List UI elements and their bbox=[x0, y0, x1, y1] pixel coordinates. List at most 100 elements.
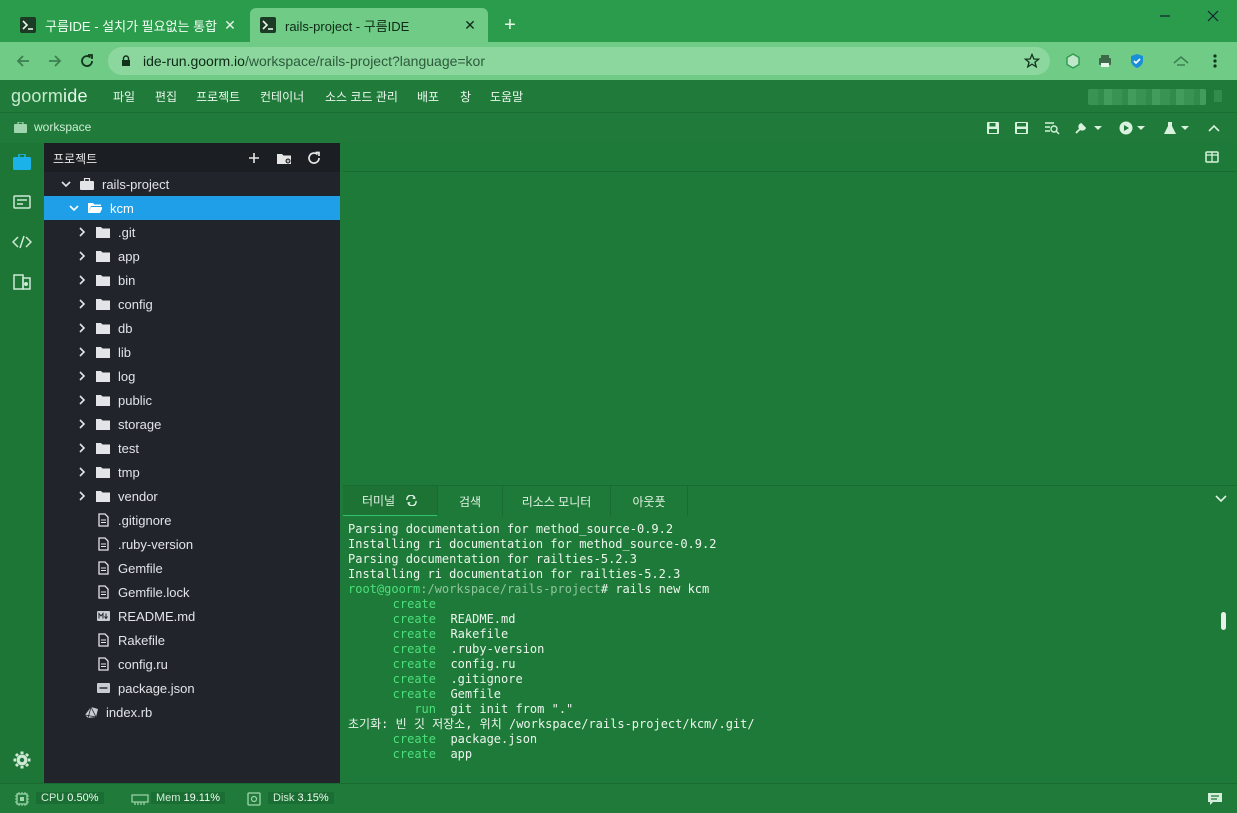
menu-file[interactable]: 파일 bbox=[113, 88, 135, 105]
goormide-logo[interactable]: goormide bbox=[11, 86, 88, 107]
tree-item-folder[interactable]: bin bbox=[44, 268, 340, 292]
tree-item-file[interactable]: config.ru bbox=[44, 652, 340, 676]
tree-item-file[interactable]: Gemfile bbox=[44, 556, 340, 580]
menu-window[interactable]: 창 bbox=[460, 88, 471, 105]
user-menu-toggle[interactable] bbox=[1214, 90, 1222, 102]
code-icon[interactable] bbox=[11, 231, 33, 253]
tree-item-folder[interactable]: test bbox=[44, 436, 340, 460]
close-icon[interactable]: ✕ bbox=[462, 17, 478, 33]
chevron-right-icon[interactable] bbox=[76, 298, 88, 310]
chevron-right-icon[interactable] bbox=[76, 346, 88, 358]
menu-help[interactable]: 도움말 bbox=[490, 88, 523, 105]
search-replace-icon[interactable] bbox=[1044, 120, 1060, 136]
tree-item-file[interactable]: Gemfile.lock bbox=[44, 580, 340, 604]
shield-extension-icon[interactable] bbox=[1127, 51, 1147, 71]
build-tools-dropdown-icon[interactable] bbox=[1074, 120, 1102, 136]
back-arrow-icon[interactable] bbox=[11, 50, 35, 72]
chevron-down-icon[interactable] bbox=[68, 202, 80, 214]
chat-icon[interactable] bbox=[1207, 791, 1223, 807]
chevron-right-icon[interactable] bbox=[76, 418, 88, 430]
printer-extension-icon[interactable] bbox=[1095, 51, 1115, 71]
tree-item-file[interactable]: .gitignore bbox=[44, 508, 340, 532]
collapse-toolbar-icon[interactable] bbox=[1208, 120, 1220, 136]
maximize-icon[interactable] bbox=[1146, 4, 1186, 28]
tree-item-kcm[interactable]: kcm bbox=[44, 196, 340, 220]
chevron-right-icon[interactable] bbox=[76, 370, 88, 382]
tree-item-folder[interactable]: log bbox=[44, 364, 340, 388]
chevron-right-icon[interactable] bbox=[76, 466, 88, 478]
lock-icon[interactable] bbox=[121, 55, 131, 67]
close-icon[interactable]: ✕ bbox=[222, 17, 238, 33]
tree-item-rails-project[interactable]: rails-project bbox=[44, 172, 340, 196]
forward-arrow-icon[interactable] bbox=[43, 50, 67, 72]
user-account-redacted[interactable] bbox=[1088, 89, 1206, 105]
tree-item-folder[interactable]: .git bbox=[44, 220, 340, 244]
new-tab-button[interactable]: + bbox=[498, 14, 522, 38]
split-editor-icon[interactable] bbox=[1205, 151, 1219, 163]
tree-item-file[interactable]: .ruby-version bbox=[44, 532, 340, 556]
chevron-right-icon[interactable] bbox=[76, 490, 88, 502]
browser-tab-goorm-home[interactable]: 구름IDE - 설치가 필요없는 통합 ✕ bbox=[10, 8, 248, 42]
save-icon[interactable] bbox=[986, 120, 1000, 136]
chevron-right-icon[interactable] bbox=[76, 442, 88, 454]
menu-source-control[interactable]: 소스 코드 관리 bbox=[325, 88, 398, 105]
tab-search[interactable]: 검색 bbox=[438, 486, 503, 517]
tree-item-file[interactable]: Rakefile bbox=[44, 628, 340, 652]
cpu-usage[interactable]: CPU 0.50% bbox=[36, 792, 104, 804]
menu-project[interactable]: 프로젝트 bbox=[196, 88, 240, 105]
address-bar[interactable]: ide-run.goorm.io/workspace/rails-project… bbox=[108, 47, 1050, 75]
tree-item-file[interactable]: index.rb bbox=[44, 700, 340, 724]
cast-extension-icon[interactable] bbox=[1171, 51, 1191, 71]
status-bar: CPU 0.50% Mem 19.11% Disk 3.15% bbox=[0, 783, 1237, 813]
new-folder-icon[interactable] bbox=[276, 150, 292, 166]
tree-item-folder[interactable]: vendor bbox=[44, 484, 340, 508]
more-menu-icon[interactable] bbox=[1205, 51, 1225, 71]
terminal-output[interactable]: Parsing documentation for method_source-… bbox=[343, 516, 1237, 783]
editor-area[interactable] bbox=[343, 143, 1237, 485]
chevron-down-icon[interactable] bbox=[1215, 495, 1227, 503]
tree-item-folder[interactable]: tmp bbox=[44, 460, 340, 484]
tree-item-file[interactable]: package.json bbox=[44, 676, 340, 700]
test-flask-dropdown-icon[interactable] bbox=[1163, 120, 1193, 136]
project-briefcase-icon[interactable] bbox=[11, 151, 33, 173]
menu-deploy[interactable]: 배포 bbox=[417, 88, 439, 105]
tree-item-folder[interactable]: db bbox=[44, 316, 340, 340]
nodejs-extension-icon[interactable] bbox=[1063, 51, 1083, 71]
window-close-icon[interactable] bbox=[1193, 4, 1233, 28]
outline-panel-icon[interactable] bbox=[11, 191, 33, 213]
refresh-icon[interactable] bbox=[306, 150, 322, 166]
disk-usage[interactable]: Disk 3.15% bbox=[268, 792, 334, 804]
tree-item-folder[interactable]: lib bbox=[44, 340, 340, 364]
reload-icon[interactable] bbox=[75, 50, 99, 72]
browser-tab-rails-project[interactable]: rails-project - 구름IDE ✕ bbox=[250, 8, 488, 42]
terminal-scrollbar[interactable] bbox=[1221, 612, 1226, 630]
tree-item-folder[interactable]: storage bbox=[44, 412, 340, 436]
memory-usage[interactable]: Mem 19.11% bbox=[151, 792, 226, 804]
save-all-icon[interactable] bbox=[1014, 120, 1029, 136]
action-verb: create bbox=[392, 612, 436, 626]
menu-edit[interactable]: 편집 bbox=[155, 88, 177, 105]
tab-terminal[interactable]: 터미널 bbox=[343, 486, 438, 517]
disk-value: 3.15% bbox=[297, 792, 329, 804]
tree-item-folder[interactable]: config bbox=[44, 292, 340, 316]
collaboration-icon[interactable] bbox=[11, 271, 33, 293]
tree-item-folder[interactable]: app bbox=[44, 244, 340, 268]
chevron-right-icon[interactable] bbox=[76, 394, 88, 406]
settings-gear-icon[interactable] bbox=[11, 749, 33, 771]
chevron-right-icon[interactable] bbox=[76, 322, 88, 334]
tree-item-file[interactable]: README.md bbox=[44, 604, 340, 628]
tab-output[interactable]: 아웃풋 bbox=[611, 486, 688, 517]
add-file-icon[interactable] bbox=[246, 150, 262, 166]
bookmark-star-icon[interactable] bbox=[1024, 53, 1040, 69]
run-dropdown-icon[interactable] bbox=[1119, 120, 1149, 136]
tab-resource-monitor[interactable]: 리소스 모니터 bbox=[503, 486, 611, 517]
refresh-terminal-icon[interactable] bbox=[405, 495, 418, 506]
chevron-down-icon[interactable] bbox=[60, 178, 72, 190]
chevron-right-icon[interactable] bbox=[76, 250, 88, 262]
chevron-right-icon[interactable] bbox=[76, 274, 88, 286]
tree-item-folder[interactable]: public bbox=[44, 388, 340, 412]
menu-container[interactable]: 컨테이너 bbox=[260, 88, 304, 105]
url-path: /workspace/rails-project?language=kor bbox=[244, 53, 486, 69]
workspace-label[interactable]: workspace bbox=[34, 120, 91, 134]
chevron-right-icon[interactable] bbox=[76, 226, 88, 238]
